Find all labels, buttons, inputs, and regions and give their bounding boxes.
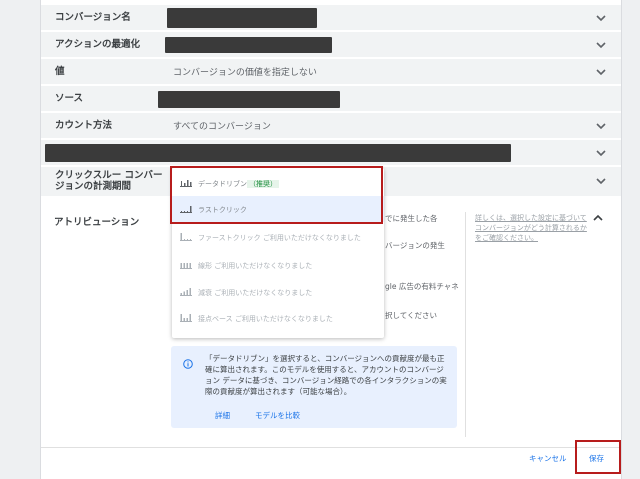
attribution-title: アトリビューション — [54, 217, 140, 228]
option-linear: 線形 ご利用いただけなくなりました — [172, 252, 384, 278]
time-decay-icon — [180, 287, 192, 296]
details-link[interactable]: 詳細 — [215, 410, 230, 421]
option-label: 接点ベース — [198, 315, 233, 323]
option-label: 線形 — [198, 262, 212, 270]
option-label: ファーストクリック — [198, 234, 261, 242]
linear-icon — [180, 260, 192, 269]
redacted-value — [158, 91, 340, 108]
option-first-click: ファーストクリック ご利用いただけなくなりました — [172, 224, 384, 250]
chevron-down-icon[interactable] — [595, 39, 607, 51]
option-note: ご利用いただけなくなりました — [234, 315, 333, 323]
row-label-action-optimization: アクションの最適化 — [55, 39, 141, 50]
chevron-down-icon[interactable] — [595, 120, 607, 132]
info-icon — [183, 354, 193, 369]
divider — [465, 212, 466, 437]
compare-models-link[interactable]: モデルを比較 — [255, 410, 300, 421]
info-box: 「データドリブン」を選択すると、コンバージョンへの貢献度が最も正確に算出されます… — [171, 346, 457, 428]
row-action-optimization[interactable]: アクションの最適化 — [41, 32, 621, 58]
row-label-clickthrough-window: クリックスルー コンバー ジョンの計測期間 — [55, 170, 163, 192]
row-value-text: コンバージョンの価値を指定しない — [173, 68, 317, 78]
attribution-desc-line: でに発生した各 — [385, 214, 438, 223]
row-count-method[interactable]: カウント方法 すべてのコンバージョン — [41, 113, 621, 139]
highlight-box-options — [170, 166, 383, 224]
chevron-down-icon[interactable] — [595, 175, 607, 187]
chevron-down-icon[interactable] — [595, 66, 607, 78]
attribution-help-link[interactable]: 詳しくは、選択した設定に基づいてコンバージョンがどう計算されるかをご確認ください… — [475, 213, 587, 243]
chevron-up-icon[interactable] — [592, 212, 604, 224]
info-text: 「データドリブン」を選択すると、コンバージョンへの貢献度が最も正確に算出されます… — [205, 354, 447, 396]
row-value[interactable]: 値 コンバージョンの価値を指定しない — [41, 59, 621, 85]
row-conversion-name[interactable]: コンバージョン名 — [41, 5, 621, 31]
row-source[interactable]: ソース — [41, 86, 621, 112]
option-note: ご利用いただけなくなりました — [214, 262, 313, 270]
option-time-decay: 減衰 ご利用いただけなくなりました — [172, 279, 384, 305]
row-value-text: すべてのコンバージョン — [173, 122, 271, 132]
option-note: ご利用いただけなくなりました — [262, 234, 361, 242]
option-label: 減衰 — [198, 289, 212, 297]
attribution-desc-line: バージョンの発生 — [385, 241, 445, 250]
option-note: ご利用いただけなくなりました — [214, 289, 313, 297]
redacted-value — [165, 37, 332, 53]
row-label-value: 値 — [55, 66, 65, 77]
redacted-value — [167, 8, 317, 28]
chevron-down-icon[interactable] — [595, 147, 607, 159]
highlight-box-save — [575, 440, 621, 474]
cancel-button[interactable]: キャンセル — [529, 453, 567, 464]
first-click-icon — [180, 232, 192, 241]
attribution-desc-line: gle 広告の有料チャネ — [385, 282, 459, 291]
attribution-desc-line: 択してください — [385, 311, 438, 320]
position-based-icon — [180, 313, 192, 322]
chevron-down-icon[interactable] — [595, 12, 607, 24]
row-label-conversion-name: コンバージョン名 — [55, 12, 131, 23]
row-redacted[interactable] — [41, 140, 621, 166]
option-position-based: 接点ベース ご利用いただけなくなりました — [172, 305, 384, 331]
row-label-count-method: カウント方法 — [55, 120, 113, 131]
row-label-source: ソース — [55, 93, 84, 104]
redacted-value — [45, 144, 511, 162]
